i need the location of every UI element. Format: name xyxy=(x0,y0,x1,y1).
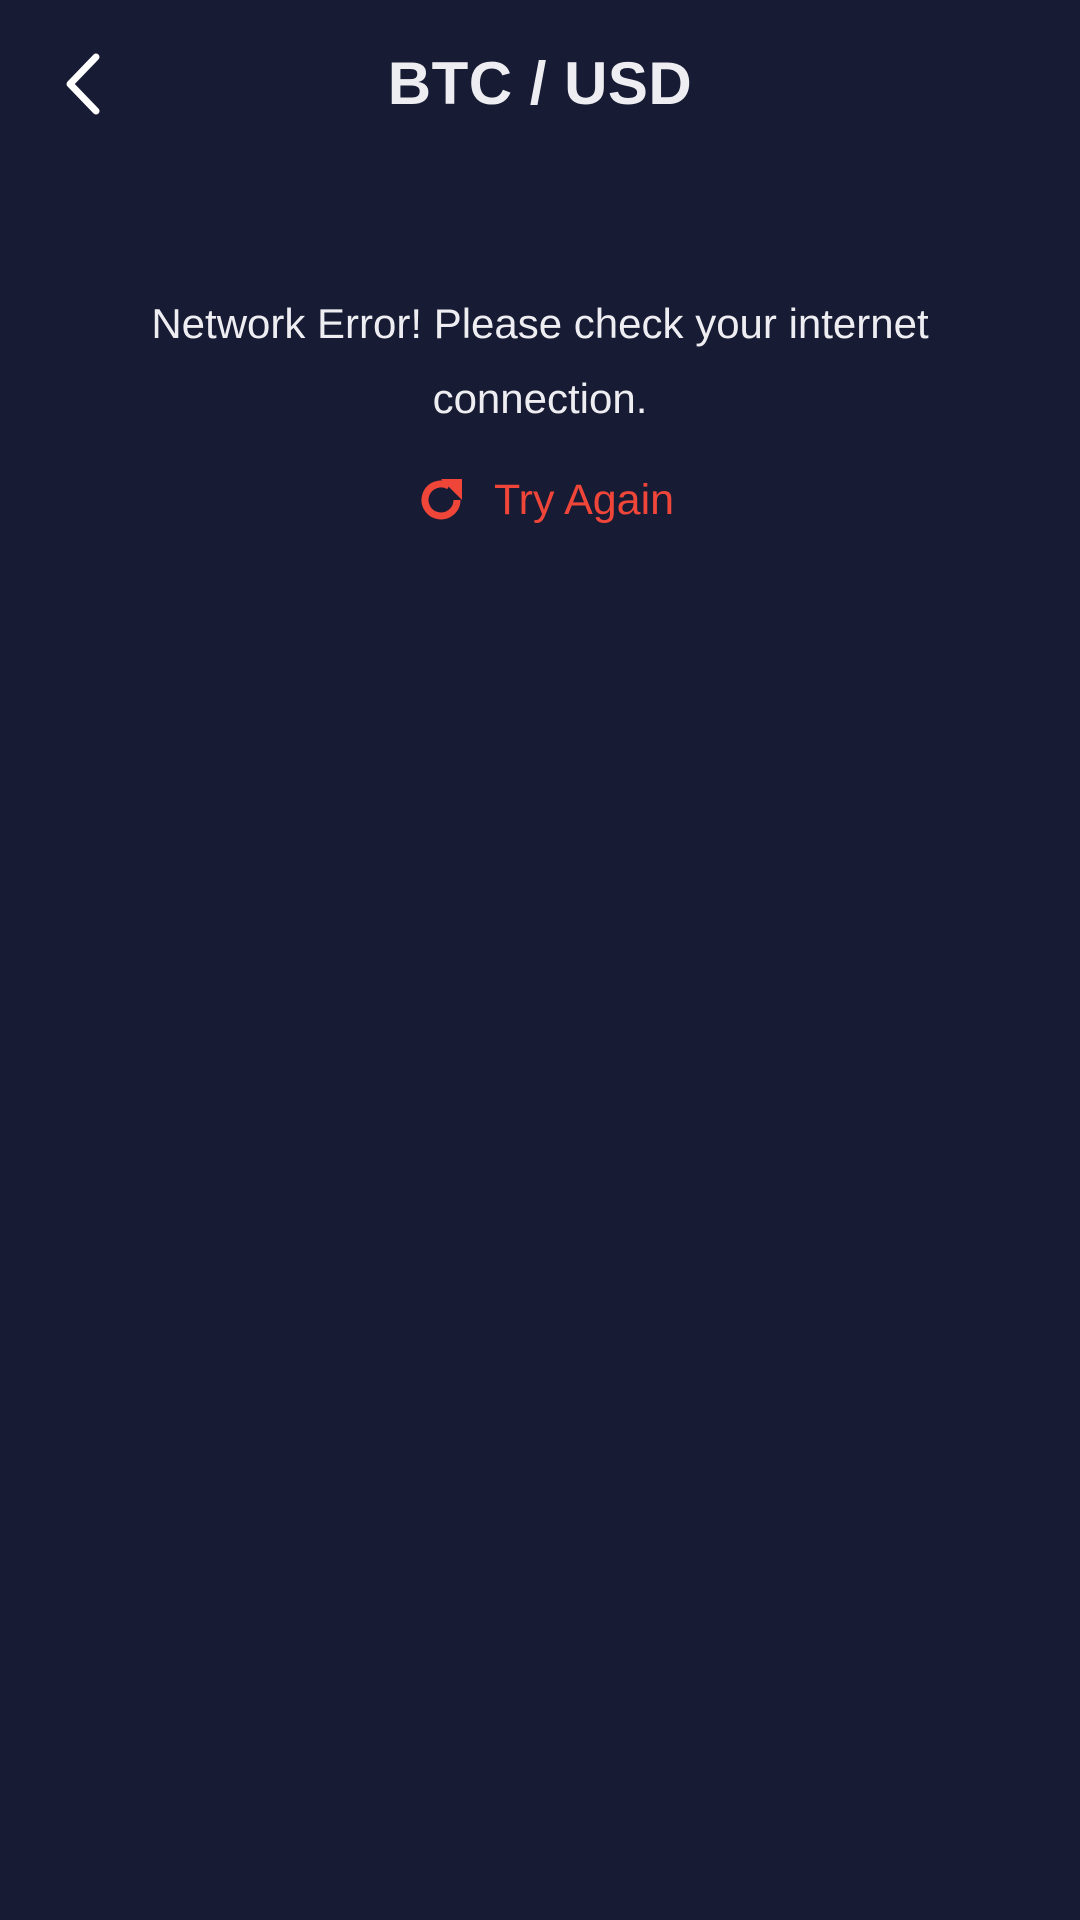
page-title: BTC / USD xyxy=(387,50,693,117)
try-again-label: Try Again xyxy=(494,475,675,524)
network-error-message: Network Error! Please check your interne… xyxy=(151,300,929,422)
back-button[interactable] xyxy=(44,34,124,134)
app-header: BTC / USD xyxy=(0,0,1080,168)
chevron-left-icon xyxy=(66,53,100,115)
refresh-icon xyxy=(416,475,466,525)
try-again-button[interactable]: Try Again xyxy=(400,462,690,538)
